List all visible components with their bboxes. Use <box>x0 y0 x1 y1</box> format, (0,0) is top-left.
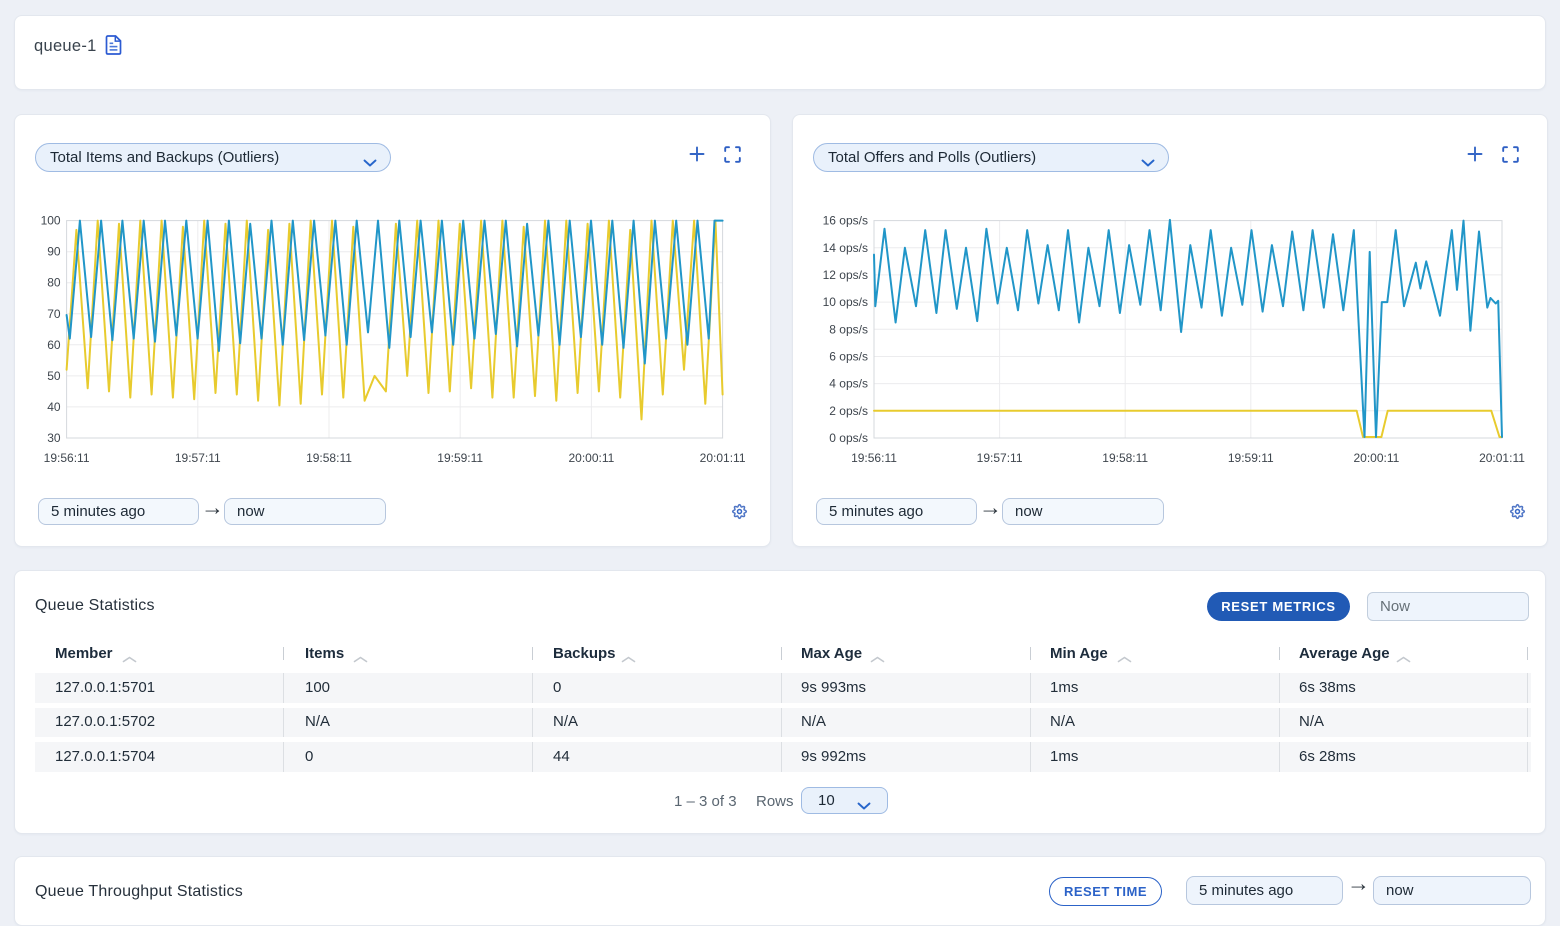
svg-text:50: 50 <box>47 369 61 383</box>
svg-text:19:56:11: 19:56:11 <box>851 451 897 465</box>
svg-text:2 ops/s: 2 ops/s <box>829 404 868 418</box>
svg-text:20:01:11: 20:01:11 <box>700 451 746 465</box>
svg-text:19:56:11: 19:56:11 <box>44 451 90 465</box>
svg-text:19:59:11: 19:59:11 <box>1228 451 1274 465</box>
svg-text:80: 80 <box>47 276 61 290</box>
svg-text:40: 40 <box>47 400 61 414</box>
svg-text:0 ops/s: 0 ops/s <box>829 431 868 445</box>
svg-text:20:00:11: 20:00:11 <box>568 451 614 465</box>
svg-text:10 ops/s: 10 ops/s <box>823 295 868 309</box>
svg-text:60: 60 <box>47 338 61 352</box>
svg-text:19:57:11: 19:57:11 <box>977 451 1023 465</box>
svg-text:19:59:11: 19:59:11 <box>437 451 483 465</box>
svg-text:30: 30 <box>47 431 61 445</box>
svg-text:12 ops/s: 12 ops/s <box>823 268 868 282</box>
svg-text:90: 90 <box>47 245 61 259</box>
svg-text:14 ops/s: 14 ops/s <box>823 241 868 255</box>
svg-text:16 ops/s: 16 ops/s <box>823 214 868 228</box>
svg-text:70: 70 <box>47 307 61 321</box>
svg-text:19:58:11: 19:58:11 <box>306 451 352 465</box>
svg-text:4 ops/s: 4 ops/s <box>829 377 868 391</box>
svg-text:19:57:11: 19:57:11 <box>175 451 221 465</box>
svg-text:100: 100 <box>41 214 61 228</box>
svg-text:19:58:11: 19:58:11 <box>1102 451 1148 465</box>
svg-text:20:01:11: 20:01:11 <box>1479 451 1525 465</box>
svg-text:8 ops/s: 8 ops/s <box>829 322 868 336</box>
svg-text:6 ops/s: 6 ops/s <box>829 350 868 364</box>
svg-text:20:00:11: 20:00:11 <box>1353 451 1399 465</box>
